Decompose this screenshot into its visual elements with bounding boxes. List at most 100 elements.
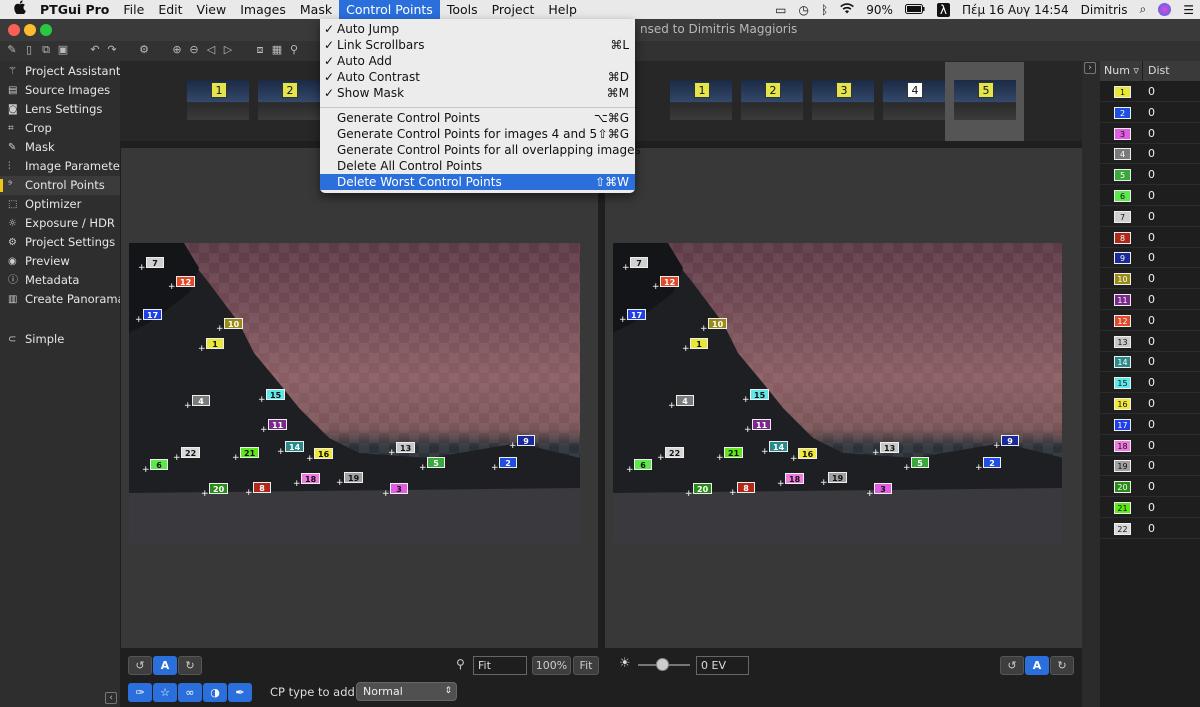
- settings-icon[interactable]: ⚙: [137, 43, 151, 57]
- table-row[interactable]: 30: [1100, 124, 1200, 144]
- table-row[interactable]: 70: [1100, 207, 1200, 227]
- right-photo[interactable]: [613, 243, 1062, 543]
- table-row[interactable]: 15 0: [1100, 373, 1200, 394]
- control-point-marker[interactable]: 8: [253, 482, 271, 493]
- control-point-marker[interactable]: 10: [224, 318, 244, 329]
- right-thumbnail-5[interactable]: 5: [954, 80, 1016, 120]
- sidebar-item-optimizer[interactable]: ⬚ Optimizer: [0, 195, 120, 214]
- sidebar-item-mask[interactable]: ✎ Mask: [0, 138, 120, 157]
- menu-item-show-mask[interactable]: ✓ Show Mask ⌘M: [320, 85, 635, 101]
- table-row[interactable]: 11 0: [1100, 290, 1200, 310]
- zoom-field-left[interactable]: Fit: [473, 656, 527, 675]
- right-thumbnail-2[interactable]: 2: [741, 80, 803, 120]
- sidebar-item-source-images[interactable]: ▤ Source Images: [0, 81, 120, 100]
- wifi-icon[interactable]: [840, 2, 854, 17]
- menu-item-link-scrollbars[interactable]: ✓ Link Scrollbars ⌘L: [320, 37, 635, 53]
- column-header-dist[interactable]: Dist: [1143, 61, 1200, 81]
- undo-icon[interactable]: ↶: [88, 43, 102, 57]
- display-icon[interactable]: ▭: [775, 3, 786, 17]
- menu-file[interactable]: File: [116, 0, 151, 19]
- control-point-marker[interactable]: 7: [630, 257, 648, 268]
- hint-icon[interactable]: ⚲: [287, 43, 301, 57]
- table-row[interactable]: 20 0: [1100, 477, 1200, 498]
- menu-control-points[interactable]: Control Points: [339, 0, 440, 19]
- ev-slider-handle[interactable]: [656, 658, 669, 671]
- control-point-marker[interactable]: 9: [517, 435, 535, 446]
- right-thumbnail-3[interactable]: 3: [812, 80, 874, 120]
- sidebar-item-preview[interactable]: ◉ Preview: [0, 252, 120, 271]
- menu-item-delete-worst-cp[interactable]: Delete Worst Control Points ⇧⌘W: [320, 174, 635, 190]
- control-point-marker[interactable]: 2: [983, 457, 1001, 468]
- control-point-marker[interactable]: 6: [150, 459, 168, 470]
- menu-item-delete-all-cp[interactable]: Delete All Control Points: [320, 158, 635, 174]
- control-point-marker[interactable]: 22: [181, 447, 201, 458]
- zoom-window-button[interactable]: [40, 24, 52, 36]
- menu-view[interactable]: View: [190, 0, 234, 19]
- left-thumbnail-1[interactable]: 1: [187, 80, 249, 120]
- sidebar-item-simple[interactable]: ⊂ Simple: [0, 330, 120, 349]
- table-row[interactable]: 13 0: [1100, 332, 1200, 352]
- save-icon[interactable]: ▣: [56, 43, 70, 57]
- control-point-marker[interactable]: 14: [285, 441, 305, 452]
- sidebar-item-image-parameters[interactable]: ⫶ Image Parameters: [0, 157, 131, 176]
- menu-edit[interactable]: Edit: [151, 0, 189, 19]
- control-point-marker[interactable]: 4: [676, 395, 694, 406]
- contrast-tool-button[interactable]: ◑: [203, 683, 227, 702]
- lambda-icon[interactable]: λ: [936, 2, 950, 17]
- table-row[interactable]: 22 0: [1100, 519, 1200, 539]
- favorite-tool-button[interactable]: ☆: [153, 683, 177, 702]
- control-point-marker[interactable]: 6: [634, 459, 652, 470]
- rotate-left-button-right[interactable]: ↺: [1000, 656, 1024, 675]
- control-point-marker[interactable]: 2: [499, 457, 517, 468]
- control-point-marker[interactable]: 8: [737, 482, 755, 493]
- menu-mask[interactable]: Mask: [293, 0, 339, 19]
- control-point-marker[interactable]: 21: [724, 447, 744, 458]
- zoom-out-icon[interactable]: ⊖: [187, 43, 201, 57]
- control-point-marker[interactable]: 18: [785, 473, 805, 484]
- table-row[interactable]: 16 0: [1100, 394, 1200, 414]
- control-point-marker[interactable]: 22: [665, 447, 685, 458]
- control-point-marker[interactable]: 3: [390, 483, 408, 494]
- control-point-marker[interactable]: 12: [176, 276, 196, 287]
- cp-type-select[interactable]: Normal ⇕: [356, 682, 457, 701]
- expand-table-button[interactable]: ›: [1084, 62, 1096, 74]
- siri-icon[interactable]: [1158, 3, 1172, 16]
- sidebar-item-exposure-hdr[interactable]: ☼ Exposure / HDR: [0, 214, 120, 233]
- table-row[interactable]: 50: [1100, 165, 1200, 186]
- spotlight-search-icon[interactable]: ⌕: [1140, 2, 1147, 17]
- menu-app[interactable]: PTGui Pro: [33, 0, 116, 19]
- control-point-marker[interactable]: 12: [660, 276, 680, 287]
- control-point-marker[interactable]: 21: [240, 447, 260, 458]
- menu-tools[interactable]: Tools: [440, 0, 485, 19]
- table-row[interactable]: 18 0: [1100, 436, 1200, 456]
- collapse-sidebar-button[interactable]: ‹: [105, 692, 117, 704]
- new-project-icon[interactable]: ✎: [5, 43, 19, 57]
- notification-center-icon[interactable]: ☰: [1183, 3, 1194, 17]
- menu-images[interactable]: Images: [233, 0, 293, 19]
- control-point-marker[interactable]: 17: [143, 309, 163, 320]
- ev-field[interactable]: 0 EV: [696, 656, 749, 675]
- menu-item-auto-jump[interactable]: ✓ Auto Jump: [320, 21, 635, 37]
- auto-contrast-button-right[interactable]: A: [1025, 656, 1049, 675]
- rotate-right-button-right[interactable]: ↻: [1050, 656, 1074, 675]
- eyedropper-tool-button[interactable]: ✒: [228, 683, 252, 702]
- zoom-100-button[interactable]: 100%: [532, 656, 571, 675]
- control-point-marker[interactable]: 15: [266, 389, 286, 400]
- clock[interactable]: Πέμ 16 Αυγ 14:54: [962, 3, 1069, 17]
- control-point-marker[interactable]: 19: [344, 472, 364, 483]
- minimize-window-button[interactable]: [24, 24, 36, 36]
- table-row[interactable]: 14 0: [1100, 352, 1200, 373]
- table-row[interactable]: 20: [1100, 103, 1200, 123]
- add-images-icon[interactable]: ⧉: [39, 43, 53, 57]
- link-tool-button[interactable]: ∞: [178, 683, 202, 702]
- next-icon[interactable]: ▷: [221, 43, 235, 57]
- control-point-marker[interactable]: 5: [427, 457, 445, 468]
- table-row[interactable]: 90: [1100, 248, 1200, 269]
- control-point-marker[interactable]: 11: [752, 419, 772, 430]
- control-point-marker[interactable]: 13: [880, 442, 900, 453]
- control-point-marker[interactable]: 16: [798, 448, 818, 459]
- control-point-marker[interactable]: 10: [708, 318, 728, 329]
- control-point-marker[interactable]: 7: [146, 257, 164, 268]
- rotate-left-button[interactable]: ↺: [128, 656, 152, 675]
- sidebar-item-create-panorama[interactable]: ▥ Create Panorama: [0, 290, 125, 309]
